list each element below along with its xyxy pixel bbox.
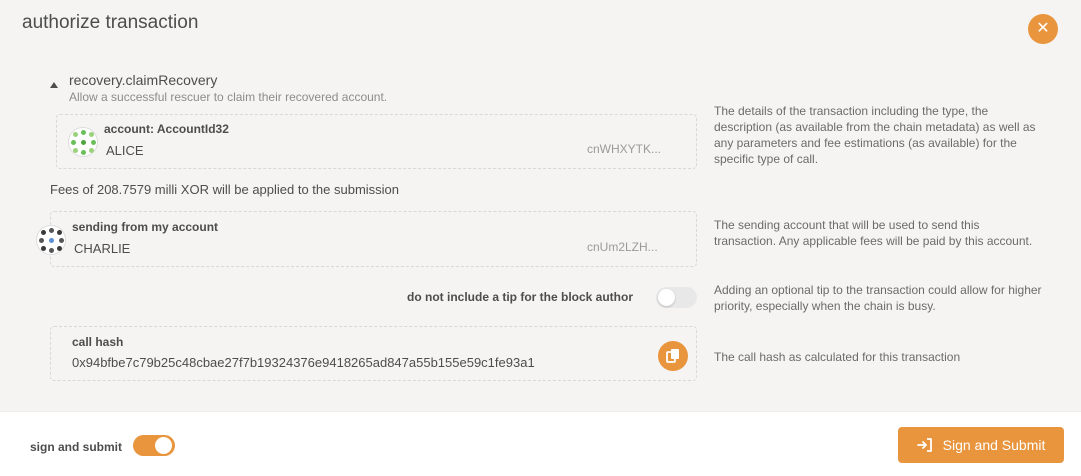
charlie-identicon-icon <box>36 225 66 255</box>
call-hash-help: The call hash as calculated for this tra… <box>714 350 961 364</box>
sign-and-submit-button-label: Sign and Submit <box>942 437 1046 453</box>
close-button[interactable]: ✕ <box>1028 14 1058 44</box>
call-hash-value: 0x94bfbe7c79b25c48cbae27f7b19324376e9418… <box>72 355 535 370</box>
sender-label: sending from my account <box>72 220 219 234</box>
sign-and-submit-label: sign and submit <box>30 440 123 454</box>
call-details-help: The details of the transaction including… <box>714 104 1036 166</box>
sender-name: CHARLIE <box>74 241 131 256</box>
fees-text: Fees of 208.7579 milli XOR will be appli… <box>50 182 400 197</box>
sign-in-icon <box>916 438 932 452</box>
copy-button[interactable] <box>658 341 688 371</box>
sender-help: The sending account that will be used to… <box>714 218 1033 248</box>
call-hash-label: call hash <box>72 335 124 349</box>
call-method: recovery.claimRecovery <box>69 72 218 88</box>
tip-toggle-knob <box>658 289 675 306</box>
call-hash-box <box>50 326 697 381</box>
account-param-address: cnWHXYTK... <box>587 142 662 156</box>
account-param-label: account: AccountId32 <box>104 122 229 136</box>
close-icon: ✕ <box>1036 20 1050 37</box>
sender-address: cnUm2LZH... <box>587 240 658 254</box>
tip-toggle[interactable] <box>656 287 697 308</box>
sign-and-submit-toggle[interactable] <box>133 435 175 456</box>
collapse-caret-icon[interactable] <box>50 82 58 88</box>
modal-title: authorize transaction <box>22 12 199 33</box>
alice-identicon-icon <box>68 127 98 157</box>
call-description: Allow a successful rescuer to claim thei… <box>69 90 388 104</box>
sign-toggle-knob <box>155 437 172 454</box>
sign-and-submit-button[interactable]: Sign and Submit <box>898 427 1064 463</box>
copy-icon <box>666 349 679 363</box>
authorize-transaction-modal: authorize transaction ✕ recovery.claimRe… <box>0 0 1081 476</box>
tip-help: Adding an optional tip to the transactio… <box>714 283 1042 313</box>
tip-toggle-label: do not include a tip for the block autho… <box>407 290 633 304</box>
account-param-name[interactable]: ALICE <box>106 143 144 158</box>
